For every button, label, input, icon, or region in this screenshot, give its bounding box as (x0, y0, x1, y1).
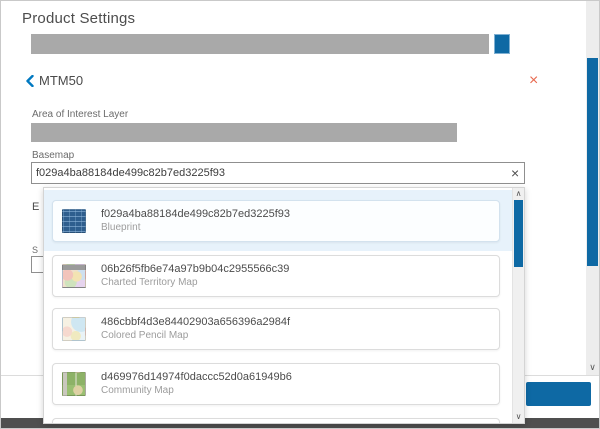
panel-title: MTM50 (39, 73, 83, 88)
basemap-thumbnail-icon (62, 264, 86, 288)
area-of-interest-label: Area of Interest Layer (32, 109, 128, 120)
basemap-option-name: Colored Pencil Map (101, 331, 290, 341)
product-settings-window: Product Settings MTM50 × Area of Interes… (0, 0, 600, 429)
basemap-thumbnail-icon (62, 209, 86, 233)
basemap-option-name: Blueprint (101, 223, 290, 233)
basemap-option-id: 486cbbf4d3e84402903a656396a2984f (101, 317, 290, 328)
dropdown-scrollbar[interactable]: ∧ ∨ (512, 188, 524, 423)
area-of-interest-value-bar (31, 123, 457, 142)
dropdown-scrollbar-thumb[interactable] (514, 200, 523, 267)
scroll-down-icon[interactable]: ∨ (513, 411, 524, 423)
primary-button[interactable] (526, 382, 591, 406)
basemap-input[interactable] (31, 162, 525, 184)
basemap-option[interactable]: 06b26f5fb6e74a97b9b04c2955566c39 Charted… (52, 255, 500, 297)
basemap-option[interactable]: f029a4ba88184de499c82b7ed3225f93 Bluepri… (44, 190, 512, 251)
basemap-thumbnail-icon (62, 372, 86, 396)
main-scrollbar[interactable]: ∨ (586, 1, 599, 375)
basemap-option-id: d469976d14974f0daccc52d0a61949b6 (101, 372, 292, 383)
basemap-option-id: 06b26f5fb6e74a97b9b04c2955566c39 (101, 264, 289, 275)
page-title: Product Settings (22, 10, 135, 27)
basemap-label: Basemap (32, 150, 74, 161)
main-scrollbar-thumb[interactable] (587, 58, 598, 266)
basemap-option-partial[interactable] (52, 418, 500, 423)
basemap-thumbnail-icon (62, 317, 86, 341)
clipped-label-e: E (32, 201, 39, 213)
basemap-option-list: f029a4ba88184de499c82b7ed3225f93 Bluepri… (44, 188, 512, 423)
back-button[interactable]: MTM50 (26, 73, 83, 88)
basemap-option-name: Community Map (101, 386, 292, 396)
basemap-option-name: Charted Territory Map (101, 278, 289, 288)
basemap-option[interactable]: 486cbbf4d3e84402903a656396a2984f Colored… (52, 308, 500, 350)
basemap-option[interactable]: d469976d14974f0daccc52d0a61949b6 Communi… (52, 363, 500, 405)
basemap-dropdown: f029a4ba88184de499c82b7ed3225f93 Bluepri… (43, 187, 525, 424)
scroll-down-icon[interactable]: ∨ (586, 362, 599, 373)
redacted-content-bar (31, 34, 489, 54)
scroll-up-icon[interactable]: ∧ (513, 188, 524, 200)
chevron-left-icon (26, 75, 34, 87)
clear-input-icon[interactable]: × (511, 166, 519, 180)
color-swatch-button[interactable] (494, 34, 510, 54)
clipped-label-s: S (32, 245, 38, 255)
close-icon[interactable]: × (529, 73, 538, 89)
basemap-option-id: f029a4ba88184de499c82b7ed3225f93 (101, 209, 290, 220)
